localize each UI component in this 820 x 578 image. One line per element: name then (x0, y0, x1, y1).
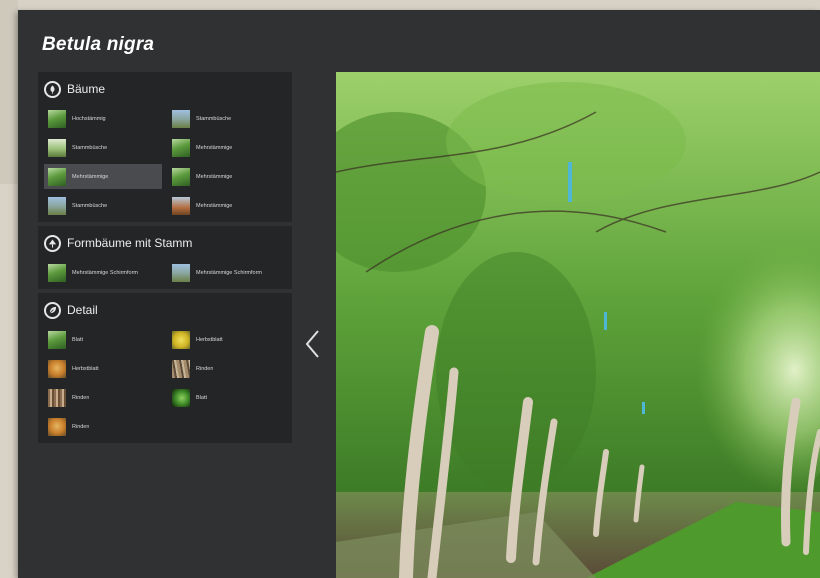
thumbnail-image (172, 196, 190, 215)
tree-leaf-icon (44, 80, 61, 98)
thumbnail-label: Mehrstämmige Schirmform (196, 269, 263, 276)
thumbnail-label: Blatt (72, 336, 84, 343)
category-group: Detail Blatt Herbstblatt Herbstblatt Rinden R… (38, 293, 292, 443)
thumbnail-image (48, 196, 66, 215)
thumbnail-item[interactable]: Mehrstämmige (44, 164, 162, 189)
thumbnail-image (172, 330, 190, 349)
thumbnail-label: Stammbüsche (72, 144, 108, 151)
thumbnail-label: Mehrstämmige (196, 173, 233, 180)
category-title: Detail (67, 303, 98, 317)
main-photo[interactable] (336, 72, 820, 578)
thumbnail-label: Rinden (72, 423, 90, 430)
thumbnail-image (48, 388, 66, 407)
thumbnail-item[interactable]: Stammbüsche (44, 193, 162, 218)
thumbnail-image (48, 330, 66, 349)
thumbnail-item[interactable]: Stammbüsche (168, 106, 286, 131)
thumbnail-item[interactable]: Mehrstämmige (168, 193, 286, 218)
thumbnail-item[interactable]: Herbstblatt (44, 356, 162, 381)
category-title: Formbäume mit Stamm (67, 236, 193, 250)
thumbnail-sidebar: Bäume Hochstämmig Stammbüsche Stammbüsche Me… (38, 72, 292, 447)
thumbnail-image (172, 138, 190, 157)
thumbnail-item[interactable]: Mehrstämmige Schirmform (44, 260, 162, 285)
category-group: Formbäume mit Stamm Mehrstämmige Schirmfo… (38, 226, 292, 289)
category-title: Bäume (67, 82, 106, 96)
thumbnail-label: Stammbüsche (196, 115, 232, 122)
leaf-detail-icon (44, 301, 61, 319)
thumbnail-label: Mehrstämmige Schirmform (72, 269, 139, 276)
thumbnail-label: Blatt (196, 394, 208, 401)
thumbnail-image (48, 138, 66, 157)
tree-alley-photo (336, 72, 820, 578)
thumbnail-item[interactable]: Rinden (168, 356, 286, 381)
thumbnail-label: Mehrstämmige (72, 173, 109, 180)
thumbnail-label: Rinden (196, 365, 214, 372)
thumbnail-image (48, 263, 66, 282)
thumbnail-image (48, 359, 66, 378)
thumbnail-image (172, 167, 190, 186)
thumbnail-image (172, 388, 190, 407)
previous-image-button[interactable] (302, 328, 324, 360)
thumbnail-item[interactable]: Hochstämmig (44, 106, 162, 131)
thumbnail-image (48, 417, 66, 436)
category-header: Bäume (44, 78, 286, 100)
thumbnail-image (172, 263, 190, 282)
thumbnail-item[interactable]: Mehrstämmige (168, 135, 286, 160)
thumbnail-image (172, 109, 190, 128)
background-window-edge (0, 0, 18, 184)
thumbnail-label: Rinden (72, 394, 90, 401)
thumbnail-grid: Hochstämmig Stammbüsche Stammbüsche Mehrstä… (44, 106, 286, 218)
thumbnail-item[interactable]: Rinden (44, 414, 162, 439)
thumbnail-item[interactable]: Rinden (44, 385, 162, 410)
thumbnail-image (48, 109, 66, 128)
category-header: Detail (44, 299, 286, 321)
category-header: Formbäume mit Stamm (44, 232, 286, 254)
shaped-tree-icon (44, 234, 61, 252)
thumbnail-grid: Mehrstämmige Schirmform Mehrstämmige Schi… (44, 260, 286, 285)
thumbnail-item[interactable]: Stammbüsche (44, 135, 162, 160)
thumbnail-label: Mehrstämmige (196, 144, 233, 151)
thumbnail-item[interactable]: Herbstblatt (168, 327, 286, 352)
category-group: Bäume Hochstämmig Stammbüsche Stammbüsche Me… (38, 72, 292, 222)
thumbnail-label: Mehrstämmige (196, 202, 233, 209)
thumbnail-image (172, 359, 190, 378)
thumbnail-item[interactable]: Blatt (44, 327, 162, 352)
thumbnail-image (48, 167, 66, 186)
thumbnail-item[interactable]: Mehrstämmige (168, 164, 286, 189)
thumbnail-label: Herbstblatt (72, 365, 99, 372)
thumbnail-grid: Blatt Herbstblatt Herbstblatt Rinden Rinden B… (44, 327, 286, 439)
thumbnail-item[interactable]: Blatt (168, 385, 286, 410)
thumbnail-label: Hochstämmig (72, 115, 106, 122)
gallery-window: Betula nigra Bäume Hochstämmig Stammbüsche… (18, 10, 820, 578)
page-title: Betula nigra (42, 34, 155, 55)
chevron-left-icon (305, 330, 319, 358)
thumbnail-label: Stammbüsche (72, 202, 108, 209)
desktop-background (0, 0, 820, 10)
thumbnail-label: Herbstblatt (196, 336, 223, 343)
thumbnail-item[interactable]: Mehrstämmige Schirmform (168, 260, 286, 285)
